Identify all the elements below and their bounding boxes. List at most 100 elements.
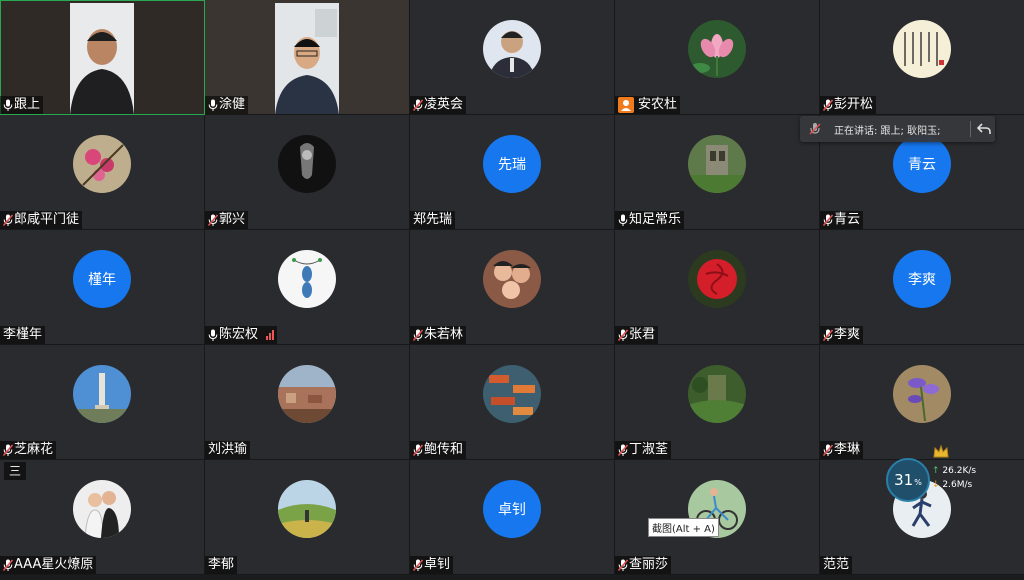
participant-tile[interactable]: 卓钊 卓钊: [410, 460, 615, 575]
name-tag: 丁淑荃: [615, 441, 672, 459]
menu-button[interactable]: 三: [4, 462, 26, 480]
name-tag: 知足常乐: [615, 211, 685, 229]
participant-tile[interactable]: 郭兴: [205, 115, 410, 230]
participant-tile[interactable]: 彭开松: [820, 0, 1024, 115]
participant-tile[interactable]: 丁淑荃: [615, 345, 820, 460]
participant-tile[interactable]: 涂健: [205, 0, 410, 115]
mic-muted-icon: [618, 328, 628, 342]
participant-name: 安农杜: [638, 97, 678, 112]
participant-name: 陈宏权: [219, 327, 259, 342]
avatar: [688, 135, 746, 193]
name-tag: 李爽: [820, 326, 864, 344]
avatar: [278, 135, 336, 193]
participant-tile[interactable]: 槿年李槿年: [0, 230, 205, 345]
signal-bars-icon: [266, 330, 275, 340]
name-tag: AAA星火燎原: [0, 556, 97, 574]
participant-tile[interactable]: 凌英会: [410, 0, 615, 115]
down-arrow-icon: ↓: [932, 480, 940, 490]
avatar: [73, 365, 131, 423]
participant-tile[interactable]: 朱若林: [410, 230, 615, 345]
avatar: [893, 365, 951, 423]
mic-muted-icon: [3, 558, 13, 572]
avatar: [278, 480, 336, 538]
return-icon[interactable]: [976, 121, 992, 137]
participant-name: 李槿年: [3, 327, 43, 342]
person-icon: [618, 97, 634, 113]
participant-name: 郭兴: [219, 212, 246, 227]
name-tag: 跟上: [0, 96, 44, 114]
name-tag: 李槿年: [0, 326, 46, 344]
participant-name: 朱若林: [424, 327, 464, 342]
name-tag: 芝麻花: [0, 441, 57, 459]
name-tag: 凌英会: [410, 96, 467, 114]
participant-name: 刘洪瑜: [208, 442, 248, 457]
mic-muted-icon: [823, 213, 833, 227]
avatar-initials: 先瑞: [483, 135, 541, 193]
mic-muted-icon: [3, 213, 13, 227]
participant-tile[interactable]: 陈宏权: [205, 230, 410, 345]
participant-tile[interactable]: 张君: [615, 230, 820, 345]
name-tag: 郎咸平门徒: [0, 211, 83, 229]
cpu-gauge: 31%: [886, 458, 930, 502]
download-value: 2.6M/s: [942, 480, 973, 490]
participant-tile[interactable]: 李爽 李爽: [820, 230, 1024, 345]
participant-tile[interactable]: 安农杜: [615, 0, 820, 115]
name-tag: 李琳: [820, 441, 864, 459]
mic-icon: [618, 214, 628, 227]
mic-icon: [3, 99, 13, 112]
crown-icon: [933, 444, 949, 458]
participant-name: 郎咸平门徒: [14, 212, 80, 227]
gauge-value: 31: [894, 471, 914, 489]
participant-tile[interactable]: 郎咸平门徒: [0, 115, 205, 230]
participant-name: 知足常乐: [629, 212, 682, 227]
participant-tile[interactable]: 鲍传和: [410, 345, 615, 460]
avatar-initials: 卓钊: [483, 480, 541, 538]
screenshot-tooltip: 截图(Alt + A): [648, 518, 719, 537]
mic-muted-icon: [413, 98, 423, 112]
participant-tile[interactable]: 刘洪瑜: [205, 345, 410, 460]
mic-muted-icon: [823, 328, 833, 342]
name-tag: 李郁: [205, 556, 238, 574]
mic-muted-icon: [413, 443, 423, 457]
participant-name: 青云: [834, 212, 861, 227]
name-tag: 郭兴: [205, 211, 249, 229]
participant-tile[interactable]: 跟上: [0, 0, 205, 115]
name-tag: 刘洪瑜: [205, 441, 251, 459]
participant-name: 李爽: [834, 327, 861, 342]
name-tag: 青云: [820, 211, 864, 229]
participant-tile[interactable]: 芝麻花: [0, 345, 205, 460]
network-widget[interactable]: 31% ↑ 26.2K/s ↓ 2.6M/s: [884, 444, 979, 502]
participant-name: 涂健: [219, 97, 246, 112]
name-tag: 安农杜: [615, 96, 681, 114]
participant-tile[interactable]: 知足常乐: [615, 115, 820, 230]
mic-icon: [208, 329, 218, 342]
mic-muted-icon: [823, 98, 833, 112]
participant-tile[interactable]: 李琳: [820, 345, 1024, 460]
mic-muted-icon: [208, 213, 218, 227]
participant-name: 卓钊: [424, 557, 451, 572]
participant-name: 鲍传和: [424, 442, 464, 457]
mic-muted-icon: [413, 328, 423, 342]
participant-video: [275, 3, 339, 114]
participant-tile[interactable]: 先瑞郑先瑞: [410, 115, 615, 230]
avatar: [73, 480, 131, 538]
avatar: [73, 135, 131, 193]
name-tag: 卓钊: [410, 556, 454, 574]
participant-tile[interactable]: 李郁: [205, 460, 410, 575]
name-tag: 张君: [615, 326, 659, 344]
mic-icon: [208, 99, 218, 112]
participant-name: 丁淑荃: [629, 442, 669, 457]
participant-name: 芝麻花: [14, 442, 54, 457]
name-tag: 郑先瑞: [410, 211, 456, 229]
participant-name: 张君: [629, 327, 656, 342]
participant-name: 郑先瑞: [413, 212, 453, 227]
avatar: [688, 365, 746, 423]
participant-name: AAA星火燎原: [14, 557, 94, 572]
participant-name: 彭开松: [834, 97, 874, 112]
up-arrow-icon: ↑: [932, 466, 940, 476]
divider: [970, 121, 971, 137]
mic-muted-icon: [618, 443, 628, 457]
avatar: [893, 20, 951, 78]
participant-tile[interactable]: AAA星火燎原: [0, 460, 205, 575]
avatar-initials: 槿年: [73, 250, 131, 308]
